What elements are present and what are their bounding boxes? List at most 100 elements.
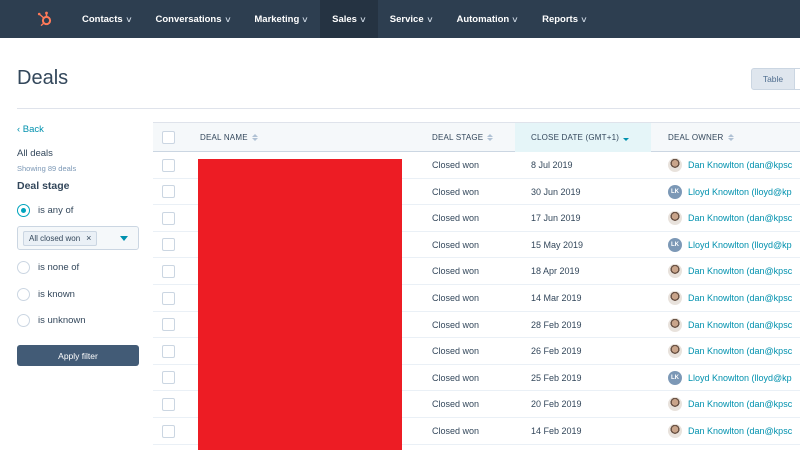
list-name: All deals — [17, 148, 53, 159]
chevron-down-icon: ∨ — [301, 14, 309, 24]
chevron-down-icon: ∨ — [124, 14, 133, 24]
nav-item-label: Service — [389, 13, 424, 25]
nav-item-label: Sales — [332, 13, 357, 25]
radio-button[interactable] — [17, 314, 30, 327]
close-date-cell: 15 May 2019 — [531, 239, 584, 250]
radio-button[interactable] — [17, 204, 30, 217]
sort-icon[interactable] — [251, 134, 258, 141]
owner-name-link[interactable]: Lloyd Knowlton (lloyd@kp — [688, 187, 792, 197]
back-link[interactable]: ‹ Back — [17, 124, 44, 135]
row-checkbox[interactable] — [162, 185, 175, 199]
avatar — [668, 211, 682, 226]
close-date-cell: 20 Feb 2019 — [531, 399, 582, 410]
column-label: DEAL STAGE — [432, 133, 484, 142]
deal-owner-cell[interactable]: Dan Knowlton (dan@kpsc — [668, 418, 792, 444]
owner-name-link[interactable]: Dan Knowlton (dan@kpsc — [688, 160, 792, 170]
owner-name-link[interactable]: Dan Knowlton (dan@kpsc — [688, 399, 792, 409]
avatar — [668, 424, 682, 438]
deal-owner-cell[interactable]: Dan Knowlton (dan@kpsc — [668, 152, 792, 178]
avatar: LK — [668, 184, 682, 199]
nav-item-sales[interactable]: Sales ∨ — [320, 0, 378, 38]
deal-stage-cell: Closed won — [432, 186, 480, 197]
deal-owner-cell[interactable]: LK Lloyd Knowlton (lloyd@kp — [668, 179, 792, 205]
selected-value-chip: All closed won × — [23, 230, 98, 246]
owner-name-link[interactable]: Dan Knowlton (dan@kpsc — [688, 346, 792, 356]
avatar: LK — [668, 237, 682, 252]
deal-owner-cell[interactable]: Dan Knowlton (dan@kpsc — [668, 205, 792, 231]
column-header-deal-stage[interactable]: DEAL STAGE — [432, 123, 514, 152]
filter-title: Deal stage — [17, 180, 70, 192]
board-view-button[interactable] — [795, 68, 800, 90]
row-checkbox[interactable] — [162, 344, 175, 358]
owner-name-link[interactable]: Lloyd Knowlton (lloyd@kp — [688, 240, 792, 250]
deal-owner-cell[interactable]: Dan Knowlton (dan@kpsc — [668, 312, 792, 338]
column-header-deal-owner[interactable]: DEAL OWNER — [668, 123, 800, 152]
owner-name-link[interactable]: Lloyd Knowlton (lloyd@kp — [688, 373, 792, 383]
deal-owner-cell[interactable]: Dan Knowlton (dan@kpsc — [668, 391, 792, 417]
row-checkbox[interactable] — [162, 291, 175, 305]
radio-button[interactable] — [17, 288, 30, 301]
owner-name-link[interactable]: Dan Knowlton (dan@kpsc — [688, 213, 792, 223]
close-date-cell: 17 Jun 2019 — [531, 213, 581, 224]
row-checkbox[interactable] — [162, 158, 175, 172]
chevron-down-icon: ∨ — [425, 14, 434, 24]
column-header-close-date[interactable]: CLOSE DATE (GMT+1) — [515, 123, 651, 152]
radio-is-known[interactable]: is known — [17, 288, 75, 301]
row-checkbox[interactable] — [162, 264, 175, 278]
remove-chip-icon[interactable]: × — [86, 233, 91, 243]
close-date-cell: 26 Feb 2019 — [531, 346, 582, 357]
deal-stage-cell: Closed won — [432, 399, 480, 410]
row-checkbox[interactable] — [162, 397, 175, 411]
close-date-cell: 28 Feb 2019 — [531, 319, 582, 330]
avatar — [668, 344, 682, 359]
deal-owner-cell[interactable]: Dan Knowlton (dan@kpsc — [668, 258, 792, 284]
radio-is-none-of[interactable]: is none of — [17, 261, 79, 274]
deal-stage-cell: Closed won — [432, 160, 480, 170]
row-checkbox[interactable] — [162, 238, 175, 252]
row-checkbox[interactable] — [162, 371, 175, 385]
nav-item-automation[interactable]: Automation ∨ — [444, 0, 530, 38]
nav-item-label: Conversations — [155, 13, 222, 25]
radio-label: is any of — [38, 205, 74, 216]
close-date-cell: 30 Jun 2019 — [531, 186, 581, 197]
nav-item-conversations[interactable]: Conversations ∨ — [144, 0, 243, 38]
avatar — [668, 397, 682, 412]
radio-label: is known — [38, 289, 75, 300]
table-view-button[interactable]: Table — [751, 68, 795, 90]
nav-item-marketing[interactable]: Marketing ∨ — [242, 0, 320, 38]
column-label: DEAL NAME — [200, 133, 248, 142]
nav-item-contacts[interactable]: Contacts ∨ — [70, 0, 144, 38]
top-nav-bar: Contacts ∨ Conversations ∨ Marketing ∨ Sales ∨ S… — [0, 0, 800, 38]
deal-owner-cell[interactable]: Dan Knowlton (dan@kpsc — [668, 285, 792, 311]
chevron-down-icon: ∨ — [580, 14, 588, 24]
owner-name-link[interactable]: Dan Knowlton (dan@kpsc — [688, 426, 792, 436]
row-checkbox[interactable] — [162, 211, 175, 225]
deal-owner-cell[interactable]: LK Lloyd Knowlton (lloyd@kp — [668, 365, 792, 391]
nav-item-label: Contacts — [82, 13, 123, 25]
deal-owner-cell[interactable]: Dan Knowlton (dan@kpsc — [668, 338, 792, 364]
owner-name-link[interactable]: Dan Knowlton (dan@kpsc — [688, 320, 792, 330]
radio-is-unknown[interactable]: is unknown — [17, 314, 86, 327]
column-header-deal-name[interactable]: DEAL NAME — [200, 123, 430, 152]
apply-filter-button[interactable]: Apply filter — [17, 345, 139, 366]
deal-stage-cell: Closed won — [432, 293, 480, 303]
hubspot-logo-icon[interactable] — [0, 0, 70, 38]
dropdown-caret-icon[interactable] — [120, 236, 128, 241]
chevron-down-icon: ∨ — [223, 14, 232, 24]
row-checkbox[interactable] — [162, 318, 175, 332]
owner-name-link[interactable]: Dan Knowlton (dan@kpsc — [688, 293, 792, 303]
deal-count: Showing 89 deals — [17, 164, 77, 173]
deal-stage-select[interactable]: All closed won × — [17, 226, 139, 250]
owner-name-link[interactable]: Dan Knowlton (dan@kpsc — [688, 266, 792, 276]
radio-button[interactable] — [17, 261, 30, 274]
deal-owner-cell[interactable]: LK Lloyd Knowlton (lloyd@kp — [668, 232, 792, 258]
nav-item-reports[interactable]: Reports ∨ — [530, 0, 599, 38]
sort-descending-icon[interactable] — [623, 134, 630, 141]
nav-item-label: Reports — [542, 13, 579, 25]
sort-icon[interactable] — [727, 134, 734, 141]
nav-item-service[interactable]: Service ∨ — [378, 0, 445, 38]
radio-is-any-of[interactable]: is any of — [17, 204, 73, 217]
row-checkbox[interactable] — [162, 424, 175, 438]
sort-icon[interactable] — [487, 134, 494, 141]
select-all-checkbox[interactable] — [162, 131, 175, 144]
